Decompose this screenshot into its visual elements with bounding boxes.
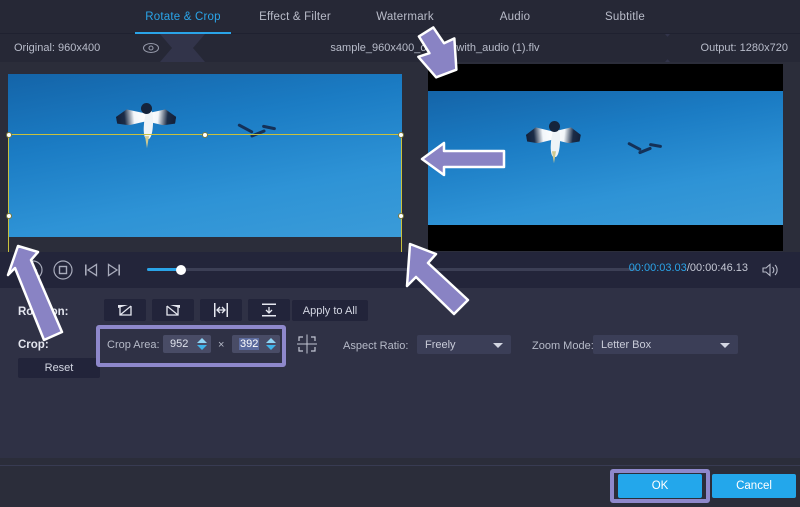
crop-area-label: Crop Area: xyxy=(107,339,160,351)
crop-handle-top-right[interactable] xyxy=(398,132,404,138)
tab-label: Audio xyxy=(500,11,530,23)
tab-watermark[interactable]: Watermark xyxy=(355,0,455,34)
stepper-down-icon[interactable] xyxy=(197,345,207,350)
info-bar: Original: 960x400 sample_960x400_ocean_w… xyxy=(0,34,800,62)
previous-frame-icon[interactable] xyxy=(80,259,102,281)
crop-handle-top-center[interactable] xyxy=(202,132,208,138)
tab-label: Effect & Filter xyxy=(259,11,331,23)
original-resolution-label: Original: 960x400 xyxy=(14,42,100,54)
total-time: 00:00:46.13 xyxy=(690,262,748,274)
distant-bird-output xyxy=(627,141,665,161)
volume-icon[interactable] xyxy=(760,261,780,279)
rotation-label: Rotation: xyxy=(18,306,68,318)
zoom-mode-label: Zoom Mode: xyxy=(532,340,594,352)
ok-label: OK xyxy=(652,480,669,492)
crop-target-icon[interactable] xyxy=(295,333,319,355)
tab-label: Rotate & Crop xyxy=(145,11,220,23)
filename-label: sample_960x400_ocean_with_audio (1).flv xyxy=(330,42,539,54)
video-editor-window: Rotate & Crop Effect & Filter Watermark … xyxy=(0,0,800,507)
apply-to-all-button[interactable]: Apply to All xyxy=(292,300,368,321)
play-icon[interactable] xyxy=(22,259,44,281)
tab-bar: Rotate & Crop Effect & Filter Watermark … xyxy=(0,0,800,34)
crop-handle-middle-right[interactable] xyxy=(398,213,404,219)
current-time: 00:00:03.03 xyxy=(629,262,687,274)
letterboxed-content xyxy=(428,91,783,225)
stepper-down-icon[interactable] xyxy=(266,345,276,350)
flip-vertical-icon[interactable] xyxy=(248,299,290,321)
tab-label: Subtitle xyxy=(605,11,645,23)
output-preview-pane[interactable] xyxy=(420,62,800,252)
aspect-ratio-label: Aspect Ratio: xyxy=(343,340,408,352)
output-video-frame xyxy=(428,64,783,251)
aspect-ratio-select[interactable]: Freely xyxy=(417,335,511,354)
flip-horizontal-icon[interactable] xyxy=(200,299,242,321)
playback-bar: 00:00:03.03/00:00:46.13 xyxy=(0,252,800,288)
seek-slider[interactable] xyxy=(147,268,637,271)
chevron-down-icon[interactable] xyxy=(720,343,730,348)
stepper-up-icon[interactable] xyxy=(197,338,207,343)
stop-icon[interactable] xyxy=(52,259,74,281)
tab-audio[interactable]: Audio xyxy=(470,0,560,34)
zoom-mode-value: Letter Box xyxy=(601,339,651,351)
crop-handle-middle-left[interactable] xyxy=(6,213,12,219)
output-resolution-label: Output: 1280x720 xyxy=(701,42,788,54)
output-resolution-chip: Output: 1280x720 xyxy=(670,34,800,62)
tab-subtitle[interactable]: Subtitle xyxy=(580,0,670,34)
crop-handle-top-left[interactable] xyxy=(6,132,12,138)
crop-height-value: 392 xyxy=(239,338,259,350)
seek-handle[interactable] xyxy=(176,265,186,275)
preview-stage xyxy=(0,62,800,252)
cancel-label: Cancel xyxy=(736,480,772,492)
reset-label: Reset xyxy=(45,362,74,374)
tab-rotate-crop[interactable]: Rotate & Crop xyxy=(128,0,238,34)
cancel-button[interactable]: Cancel xyxy=(712,474,796,498)
crop-width-value: 952 xyxy=(170,338,188,350)
gannet-bird-output xyxy=(520,110,586,166)
rotate-left-icon[interactable] xyxy=(104,299,146,321)
timecode-display: 00:00:03.03/00:00:46.13 xyxy=(629,262,748,274)
filename-chip: sample_960x400_ocean_with_audio (1).flv xyxy=(205,34,665,62)
next-frame-icon[interactable] xyxy=(103,259,125,281)
stepper-up-icon[interactable] xyxy=(266,338,276,343)
tab-effect-filter[interactable]: Effect & Filter xyxy=(240,0,350,34)
zoom-mode-select[interactable]: Letter Box xyxy=(593,335,738,354)
original-resolution-chip: Original: 960x400 xyxy=(0,34,160,62)
aspect-ratio-value: Freely xyxy=(425,339,456,351)
bird-head xyxy=(549,121,560,132)
crop-width-stepper[interactable] xyxy=(196,335,207,353)
crop-label: Crop: xyxy=(18,339,49,351)
ok-button[interactable]: OK xyxy=(618,474,702,498)
dialog-footer: OK Cancel xyxy=(0,465,800,507)
rotate-right-icon[interactable] xyxy=(152,299,194,321)
eye-icon[interactable] xyxy=(142,40,160,56)
crop-height-stepper[interactable] xyxy=(265,335,276,353)
multiply-symbol: × xyxy=(218,339,224,351)
bird-beak xyxy=(552,151,556,163)
apply-to-all-label: Apply to All xyxy=(303,305,357,317)
chevron-down-icon[interactable] xyxy=(493,343,503,348)
tab-label: Watermark xyxy=(376,11,434,23)
reset-button[interactable]: Reset xyxy=(18,358,100,378)
